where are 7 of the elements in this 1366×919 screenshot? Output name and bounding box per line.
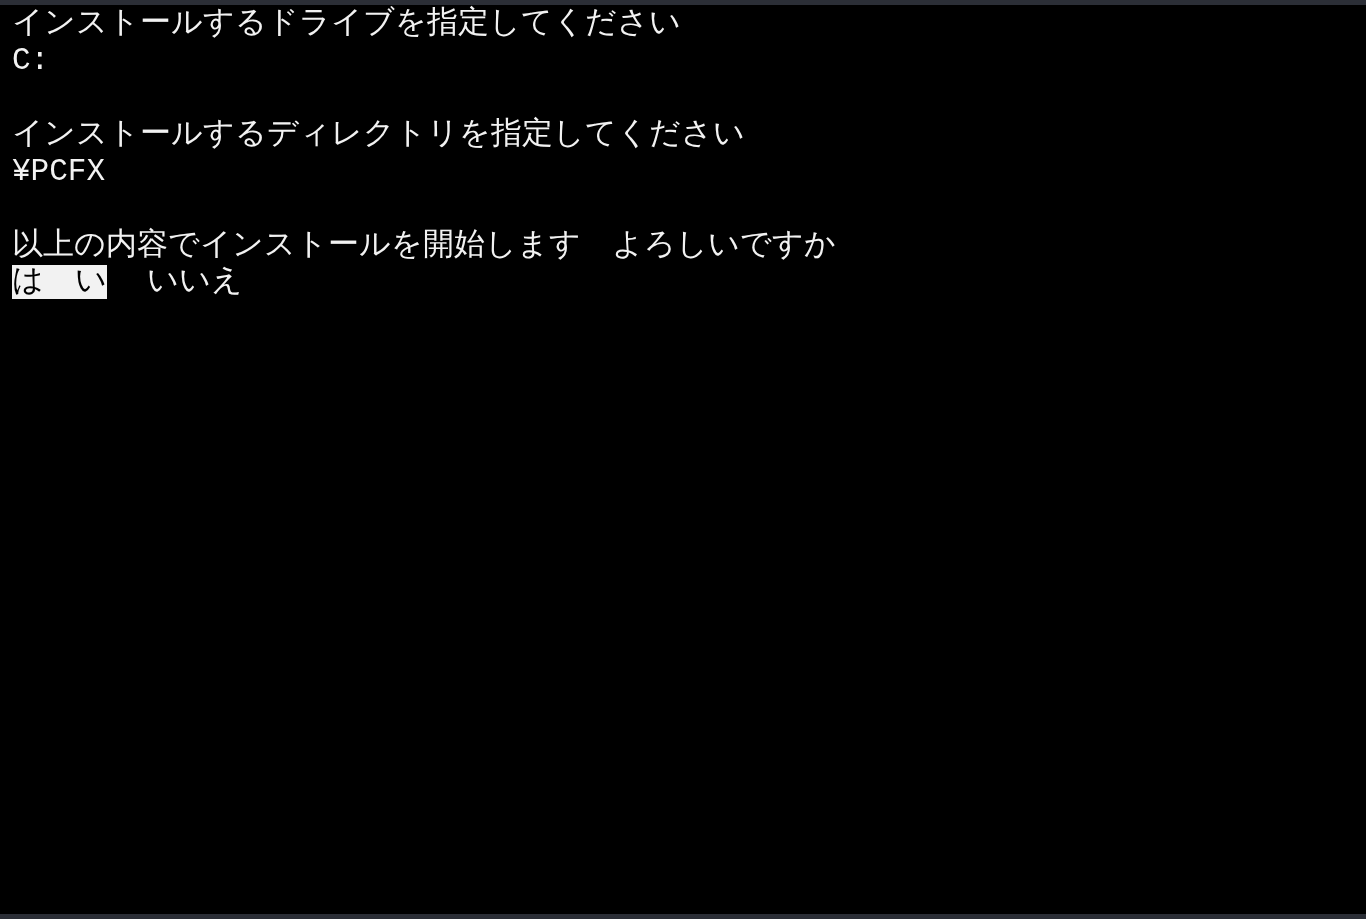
prompt-text: 以上の内容でインストールを開始します よろしいですか [12, 227, 836, 264]
menu-option[interactable]: は い [12, 265, 107, 299]
prompt-text: インストールするドライブを指定してください [12, 5, 681, 42]
prompt-text: インストールするディレクトリを指定してください [12, 116, 745, 153]
menu-option[interactable]: いいえ [147, 265, 243, 299]
input-value: C: [12, 42, 50, 79]
input-value: ¥PCFX [12, 153, 105, 190]
